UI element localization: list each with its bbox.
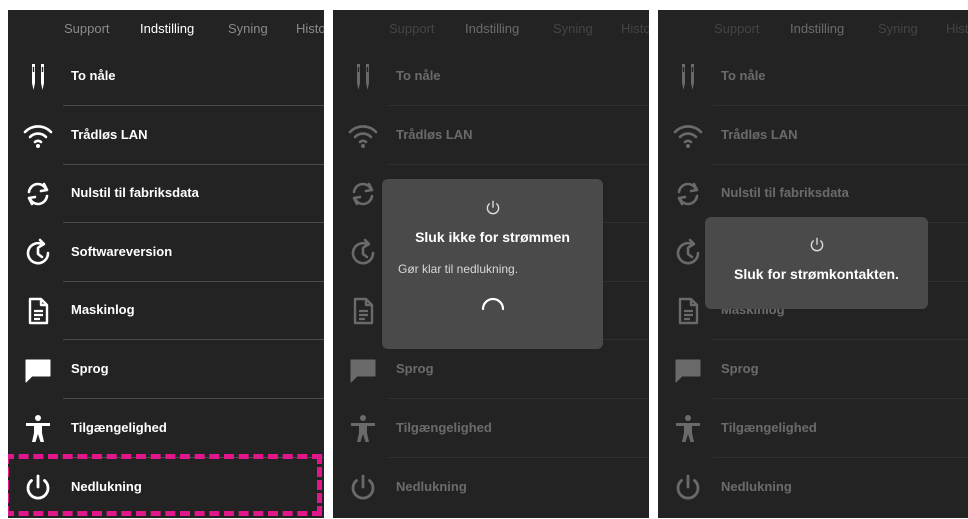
divider <box>63 398 324 399</box>
document-icon <box>22 295 54 327</box>
divider <box>63 339 324 340</box>
divider <box>713 457 968 458</box>
menu-item-label: Sprog <box>71 361 109 376</box>
reset-icon <box>672 178 704 210</box>
menu-item-3[interactable]: Nulstil til fabriksdata <box>658 165 968 223</box>
tab-support[interactable]: Support <box>389 21 435 36</box>
tab-sewing[interactable]: Syning <box>228 21 268 36</box>
tab-sewing[interactable]: Syning <box>553 21 593 36</box>
menu-item-6[interactable]: Sprog <box>658 341 968 399</box>
menu-item-7[interactable]: Tilgængelighed <box>333 400 649 458</box>
menu-item-8[interactable]: Nedlukning <box>658 459 968 517</box>
wifi-icon <box>672 120 704 152</box>
speech-bubble-icon <box>347 354 379 386</box>
menu-item-label: Nedlukning <box>396 479 467 494</box>
clock-refresh-icon <box>672 237 704 269</box>
menu-item-label: To nåle <box>71 68 116 83</box>
tab-bar: Support Indstilling Syning Histo <box>8 10 324 50</box>
tab-support[interactable]: Support <box>714 21 760 36</box>
menu-item-7[interactable]: Tilgængelighed <box>658 400 968 458</box>
menu-item-1[interactable]: To nåle <box>333 48 649 106</box>
speech-bubble-icon <box>672 354 704 386</box>
menu-item-label: To nåle <box>721 68 766 83</box>
tab-history[interactable]: Histo <box>946 21 968 36</box>
divider <box>713 398 968 399</box>
menu-item-label: Maskinlog <box>71 302 135 317</box>
reset-icon <box>22 178 54 210</box>
menu-item-label: Trådløs LAN <box>396 127 473 142</box>
tab-support[interactable]: Support <box>64 21 110 36</box>
menu-item-label: Tilgængelighed <box>71 420 167 435</box>
power-off-dialog: Sluk for strømkontakten. <box>705 217 928 309</box>
dialog-message: Gør klar til nedlukning. <box>398 262 519 276</box>
wifi-icon <box>347 120 379 152</box>
menu-item-6[interactable]: Sprog <box>8 341 324 399</box>
menu-item-label: Nulstil til fabriksdata <box>721 185 849 200</box>
menu-item-label: Nedlukning <box>721 479 792 494</box>
tab-history[interactable]: Histo <box>621 21 649 36</box>
settings-panel-3: Support Indstilling Syning Histo To nåle… <box>658 10 968 518</box>
divider <box>713 105 968 106</box>
menu-item-label: To nåle <box>396 68 441 83</box>
menu-item-label: Trådløs LAN <box>721 127 798 142</box>
tab-bar: Support Indstilling Syning Histo <box>333 10 649 50</box>
menu-item-4[interactable]: Softwareversion <box>8 224 324 282</box>
accessibility-icon <box>347 413 379 445</box>
dialog-title: Sluk for strømkontakten. <box>734 266 899 282</box>
speech-bubble-icon <box>22 354 54 386</box>
divider <box>63 222 324 223</box>
tab-settings[interactable]: Indstilling <box>790 21 844 36</box>
menu-item-2[interactable]: Trådløs LAN <box>658 107 968 165</box>
menu-item-3[interactable]: Nulstil til fabriksdata <box>8 165 324 223</box>
twin-needle-icon <box>22 61 54 93</box>
menu-item-label: Softwareversion <box>71 244 173 259</box>
tab-history[interactable]: Histo <box>296 21 324 36</box>
menu-item-label: Sprog <box>721 361 759 376</box>
menu-item-label: Tilgængelighed <box>396 420 492 435</box>
divider <box>63 105 324 106</box>
power-icon <box>810 237 823 252</box>
menu-item-2[interactable]: Trådløs LAN <box>333 107 649 165</box>
menu-item-1[interactable]: To nåle <box>658 48 968 106</box>
menu-item-8[interactable]: Nedlukning <box>333 459 649 517</box>
power-icon <box>347 472 379 504</box>
divider <box>713 339 968 340</box>
menu-item-label: Tilgængelighed <box>721 420 817 435</box>
power-icon <box>486 200 499 215</box>
tab-bar: Support Indstilling Syning Histo <box>658 10 968 50</box>
twin-needle-icon <box>672 61 704 93</box>
menu-item-5[interactable]: Maskinlog <box>8 282 324 340</box>
accessibility-icon <box>22 413 54 445</box>
loading-spinner-icon <box>481 297 504 311</box>
menu-item-6[interactable]: Sprog <box>333 341 649 399</box>
document-icon <box>672 295 704 327</box>
clock-refresh-icon <box>22 237 54 269</box>
divider <box>388 105 649 106</box>
divider <box>388 398 649 399</box>
wifi-icon <box>22 120 54 152</box>
twin-needle-icon <box>347 61 379 93</box>
menu-item-label: Sprog <box>396 361 434 376</box>
clock-refresh-icon <box>347 237 379 269</box>
tab-settings[interactable]: Indstilling <box>140 21 194 36</box>
nedlukning-highlight-frame <box>8 454 322 516</box>
dialog-title: Sluk ikke for strømmen <box>415 229 570 245</box>
menu-item-label: Nulstil til fabriksdata <box>71 185 199 200</box>
settings-panel-2: Support Indstilling Syning Histo To nåle… <box>333 10 649 518</box>
power-icon <box>672 472 704 504</box>
divider <box>388 457 649 458</box>
reset-icon <box>347 178 379 210</box>
shutdown-dialog: Sluk ikke for strømmen Gør klar til nedl… <box>382 179 603 349</box>
menu-item-label: Trådløs LAN <box>71 127 148 142</box>
menu-item-7[interactable]: Tilgængelighed <box>8 400 324 458</box>
tab-sewing[interactable]: Syning <box>878 21 918 36</box>
tab-settings[interactable]: Indstilling <box>465 21 519 36</box>
document-icon <box>347 295 379 327</box>
menu-item-1[interactable]: To nåle <box>8 48 324 106</box>
accessibility-icon <box>672 413 704 445</box>
menu-item-2[interactable]: Trådløs LAN <box>8 107 324 165</box>
settings-panel-1: Support Indstilling Syning Histo To nåle… <box>8 10 324 518</box>
